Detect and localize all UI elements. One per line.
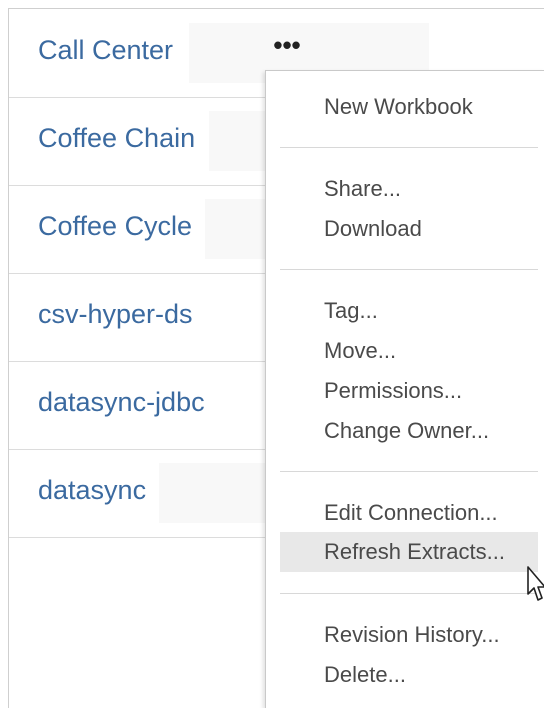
context-menu: New Workbook Share... Download Tag... Mo… bbox=[265, 70, 544, 708]
row-fade bbox=[209, 111, 265, 171]
menu-item-share[interactable]: Share... bbox=[280, 173, 538, 205]
row-fade bbox=[205, 199, 265, 259]
menu-separator bbox=[280, 471, 538, 472]
menu-item-revision-history[interactable]: Revision History... bbox=[280, 619, 538, 651]
menu-item-edit-connection[interactable]: Edit Connection... bbox=[280, 497, 538, 529]
more-actions-button[interactable]: ••• bbox=[267, 31, 307, 71]
menu-separator bbox=[280, 269, 538, 270]
data-source-link[interactable]: datasync-jdbc bbox=[38, 387, 205, 418]
menu-separator bbox=[280, 593, 538, 594]
menu-item-delete[interactable]: Delete... bbox=[280, 659, 538, 691]
mouse-pointer-icon bbox=[527, 566, 544, 601]
menu-item-move[interactable]: Move... bbox=[280, 335, 538, 367]
menu-item-new-workbook[interactable]: New Workbook bbox=[280, 91, 538, 123]
data-source-link[interactable]: Coffee Cycle bbox=[38, 211, 192, 242]
data-source-link[interactable]: csv-hyper-ds bbox=[38, 299, 193, 330]
menu-item-refresh-extracts[interactable]: Refresh Extracts... bbox=[280, 532, 538, 572]
data-source-link[interactable]: Call Center bbox=[38, 35, 173, 66]
data-source-link[interactable]: datasync bbox=[38, 475, 146, 506]
menu-item-tag[interactable]: Tag... bbox=[280, 295, 538, 327]
row-fade bbox=[159, 463, 265, 523]
menu-item-change-owner[interactable]: Change Owner... bbox=[280, 415, 538, 447]
menu-separator bbox=[280, 147, 538, 148]
data-source-link[interactable]: Coffee Chain bbox=[38, 123, 195, 154]
menu-item-permissions[interactable]: Permissions... bbox=[280, 375, 538, 407]
menu-item-download[interactable]: Download bbox=[280, 213, 538, 245]
